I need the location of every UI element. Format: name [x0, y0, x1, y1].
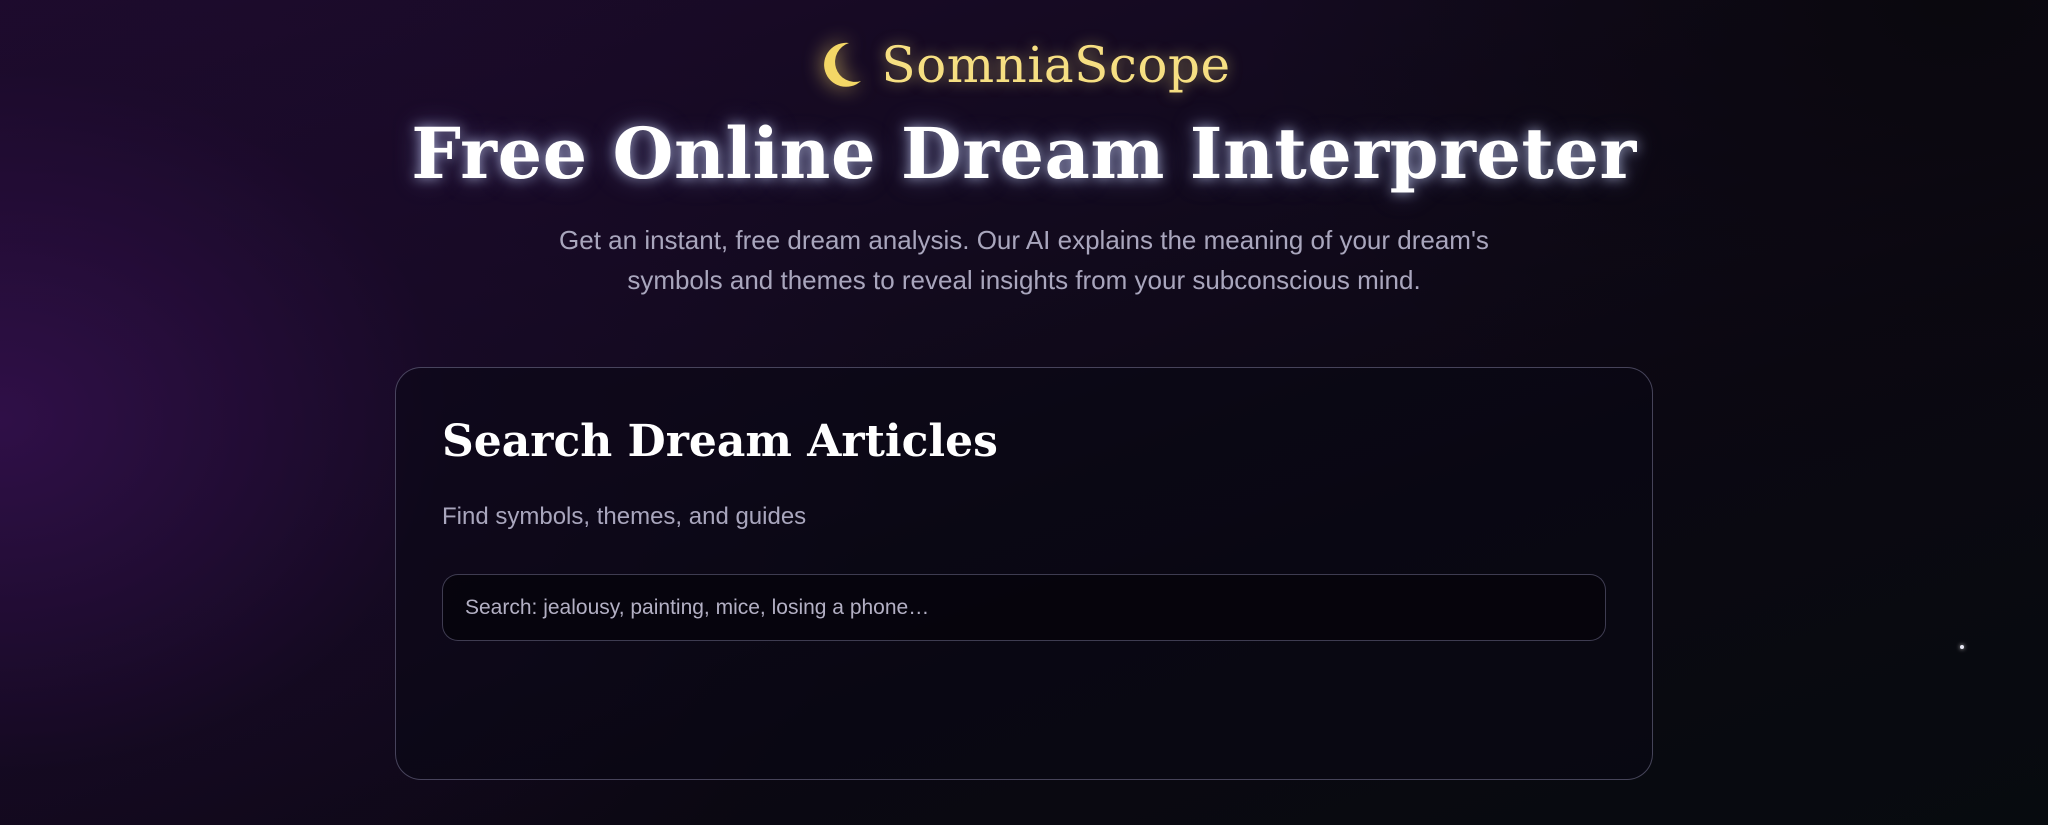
- search-input[interactable]: [442, 574, 1606, 641]
- crescent-moon-icon: [817, 38, 867, 92]
- page-subtitle: Get an instant, free dream analysis. Our…: [559, 225, 1489, 295]
- search-card-subtitle: Find symbols, themes, and guides: [442, 503, 807, 530]
- search-card-title: Search Dream Articles: [442, 416, 998, 467]
- brand-name: SomniaScope: [881, 36, 1231, 94]
- page-title: Free Online Dream Interpreter: [411, 112, 1637, 195]
- brand-header[interactable]: SomniaScope: [0, 36, 2048, 94]
- star-decoration: [1960, 645, 1964, 649]
- search-card: Search Dream Articles Find symbols, them…: [395, 367, 1653, 780]
